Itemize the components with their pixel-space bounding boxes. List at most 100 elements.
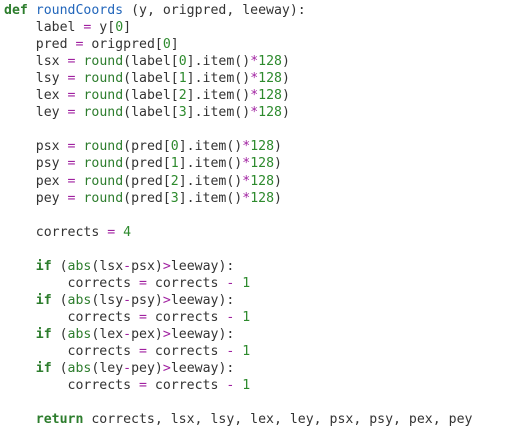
code-token: round (83, 190, 124, 206)
code-token: corrects, lsx, lsy, lex, ley, psx, psy, … (83, 412, 473, 428)
code-token: (label[ (123, 88, 179, 104)
code-token: 3 (178, 105, 187, 121)
code-token: ].item() (178, 139, 243, 155)
code-token: (ley (91, 361, 124, 377)
code-token: 0 (170, 139, 179, 155)
code-token: abs (67, 361, 92, 377)
code-token: = (138, 309, 147, 325)
code-token: ].item() (186, 54, 251, 70)
code-token: ].item() (186, 88, 251, 104)
code-token: abs (67, 326, 92, 342)
code-token: pex) (131, 326, 163, 342)
code-token: > (162, 258, 171, 274)
code-token: (pred[ (123, 173, 171, 189)
code-line: corrects = corrects - 1 (4, 275, 251, 292)
code-token: (pred[ (123, 139, 171, 155)
code-token: = (138, 275, 147, 291)
code-token: pex (4, 173, 68, 189)
code-token: 1 (178, 71, 187, 87)
code-token: 128 (250, 156, 275, 172)
code-token: 1 (170, 156, 179, 172)
code-line: return corrects, lsx, lsy, lex, ley, psx… (4, 411, 473, 428)
code-token: > (162, 326, 171, 342)
code-token: abs (67, 292, 92, 308)
code-token: 0 (162, 37, 171, 53)
code-token: ( (51, 326, 68, 342)
code-token: > (162, 292, 171, 308)
code-token: label (4, 20, 84, 36)
code-token: psx) (131, 258, 163, 274)
code-token: > (162, 361, 171, 377)
code-token: ].item() (178, 156, 243, 172)
code-line: ley = round(label[3].item()*128) (4, 104, 290, 121)
code-token: (lex (91, 326, 124, 342)
code-line: psx = round(pred[0].item()*128) (4, 138, 282, 155)
code-token: roundCoords (35, 3, 124, 18)
code-token: ) (274, 156, 282, 172)
code-token: 2 (170, 173, 179, 189)
code-token: * (250, 105, 259, 121)
code-token: ) (281, 88, 290, 104)
code-line: if (abs(ley-pey)>leeway): (4, 360, 235, 377)
code-token: ].item() (178, 173, 243, 189)
code-token: (label[ (123, 105, 179, 121)
code-token: 1 (242, 275, 251, 291)
code-line: corrects = 4 (4, 224, 131, 241)
code-token: corrects (146, 275, 227, 291)
code-editor[interactable]: def roundCoords (y, origpred, leeway): l… (0, 0, 509, 431)
code-token: 1 (242, 344, 251, 359)
code-token: ) (274, 139, 282, 155)
code-token: * (250, 88, 259, 104)
code-token: ].item() (178, 190, 243, 206)
code-token: ( (51, 292, 68, 308)
code-token: round (83, 173, 124, 189)
code-token: leeway): (170, 258, 235, 274)
code-token: 4 (123, 224, 132, 240)
code-token: (label[ (123, 71, 179, 87)
code-line: corrects = corrects - 1 (4, 309, 251, 326)
code-token: 1 (242, 378, 251, 394)
code-line: lsy = round(label[1].item()*128) (4, 70, 290, 87)
code-token: corrects (4, 378, 139, 394)
code-token: ) (274, 173, 282, 189)
code-token: return (35, 412, 84, 428)
code-token: 128 (250, 139, 275, 155)
code-token: leeway): (170, 326, 235, 342)
code-line: def roundCoords (y, origpred, leeway): (4, 2, 306, 19)
code-token: if (35, 292, 52, 308)
code-token: 3 (170, 190, 179, 206)
code-line: label = y[0] (4, 19, 131, 36)
code-token: = (107, 224, 116, 240)
code-token: 0 (178, 54, 187, 70)
code-token: def (4, 3, 28, 18)
code-token: lex (4, 88, 68, 104)
code-token: ].item() (186, 71, 251, 87)
code-token: psy) (131, 292, 163, 308)
code-token: if (35, 258, 52, 274)
code-token: leeway): (170, 292, 235, 308)
code-token: * (250, 54, 259, 70)
code-token: pey (4, 190, 68, 206)
code-token: corrects (146, 344, 227, 359)
code-token: lsx (4, 54, 68, 70)
code-token: lsy (4, 71, 68, 87)
code-token: ( (51, 361, 68, 377)
code-token: (lsy (91, 292, 124, 308)
code-token: (pred[ (123, 156, 171, 172)
code-token: ) (281, 54, 290, 70)
code-token: psy (4, 156, 68, 172)
code-token: abs (67, 258, 92, 274)
code-token: (label[ (123, 54, 179, 70)
code-token: pey) (131, 361, 163, 377)
code-token: - (123, 258, 132, 274)
code-token: ) (281, 105, 290, 121)
code-token: 1 (242, 309, 251, 325)
code-line: corrects = corrects - 1 (4, 377, 251, 394)
code-token: * (250, 71, 259, 87)
code-token: round (83, 105, 124, 121)
